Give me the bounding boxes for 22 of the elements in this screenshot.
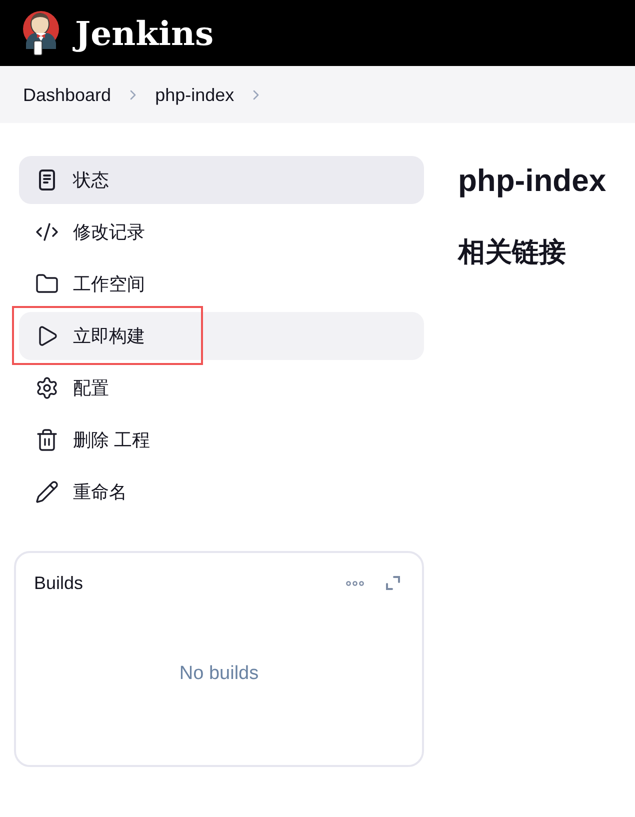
breadcrumb-link[interactable]: php-index xyxy=(155,86,234,104)
breadcrumb-link[interactable]: Dashboard xyxy=(23,86,112,104)
page-title: php-index xyxy=(458,162,606,200)
expand-icon[interactable] xyxy=(386,576,400,590)
sidebar-item[interactable]: 重命名 xyxy=(19,468,424,516)
sidebar-item[interactable]: 状态 xyxy=(19,156,424,204)
folder-icon xyxy=(35,272,59,296)
app-title[interactable]: Jenkins xyxy=(75,16,214,50)
sidebar-item[interactable]: 立即构建 xyxy=(19,312,424,360)
more-options-icon[interactable] xyxy=(346,580,364,586)
code-icon xyxy=(35,220,59,244)
settings-icon xyxy=(35,376,59,400)
sidebar-item[interactable]: 配置 xyxy=(19,364,424,412)
butler-logo-icon xyxy=(22,9,60,57)
sidebar-item[interactable]: 修改记录 xyxy=(19,208,424,256)
empty-message: No builds xyxy=(179,664,259,682)
card-title: Builds xyxy=(34,574,84,592)
trash-icon xyxy=(35,428,59,452)
sidebar-item[interactable]: 删除 工程 xyxy=(19,416,424,464)
sidebar-item[interactable]: 工作空间 xyxy=(19,260,424,308)
section-heading: 相关链接 xyxy=(458,236,567,268)
pencil-icon xyxy=(35,480,59,504)
